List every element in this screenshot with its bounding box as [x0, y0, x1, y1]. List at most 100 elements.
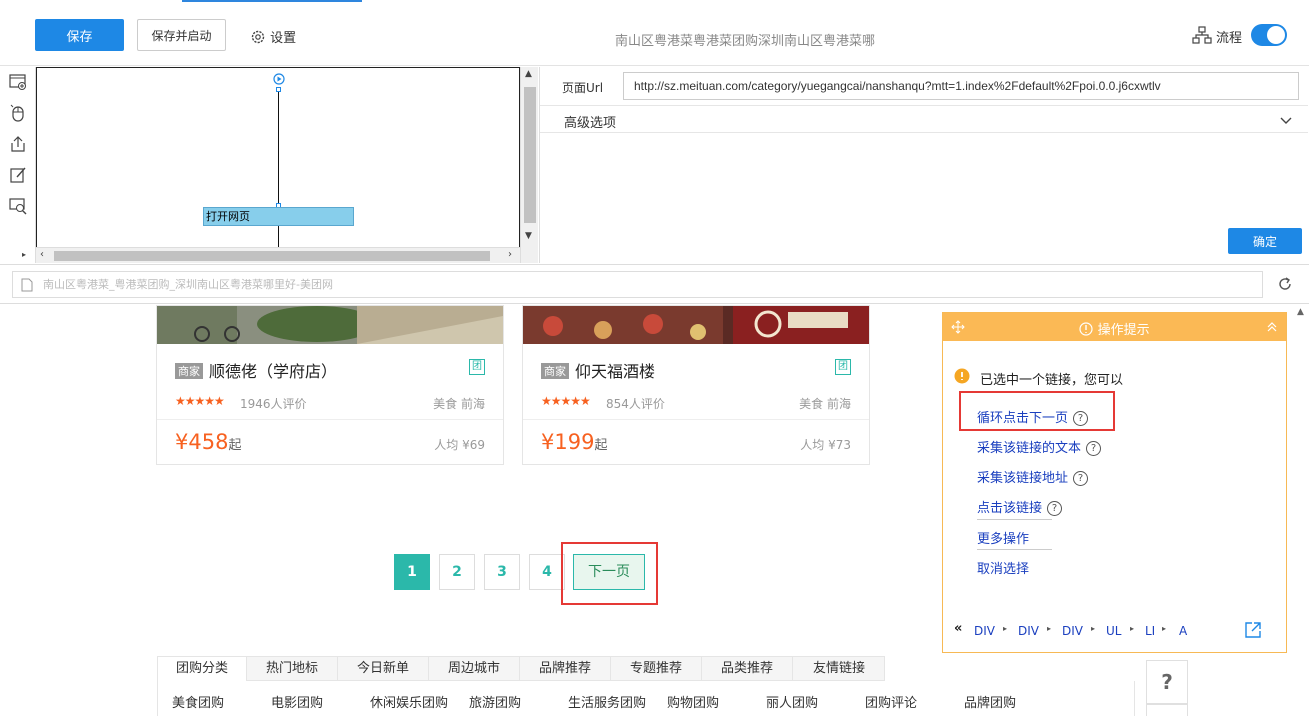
tips-intro: 已选中一个链接，您可以: [980, 373, 1124, 388]
more-actions-link[interactable]: 更多操作: [977, 528, 1029, 547]
divider: [977, 549, 1052, 550]
settings-button[interactable]: 设置: [250, 27, 296, 46]
scroll-left-icon[interactable]: ‹: [40, 249, 44, 260]
tab-group-buy-category[interactable]: 团购分类: [158, 657, 247, 681]
average-price: 人均 ¥69: [434, 438, 485, 452]
add-step-icon[interactable]: [8, 72, 28, 92]
help-icon[interactable]: ?: [1086, 441, 1102, 456]
flow-label: 流程: [1216, 31, 1243, 46]
tips-header[interactable]: 操作提示: [943, 313, 1286, 341]
deal-name[interactable]: 商家 仰天福酒楼: [541, 358, 655, 382]
scroll-thumb[interactable]: [524, 87, 536, 223]
footer-link[interactable]: 团购评论: [865, 692, 917, 711]
save-and-start-button[interactable]: 保存并启动: [137, 19, 226, 51]
footer-link[interactable]: 品牌团购: [964, 692, 1016, 711]
url-input[interactable]: http://sz.meituan.com/category/yuegangca…: [623, 72, 1299, 100]
footer-link[interactable]: 休闲娱乐团购: [370, 692, 448, 711]
deal-card[interactable]: 商家 顺德佬（学府店） 团 ★★★★★ 1946人评价 美食 前海 ¥458起 人…: [156, 305, 504, 465]
help-icon[interactable]: ?: [1047, 501, 1063, 516]
tab-topic-recommend[interactable]: 专题推荐: [611, 657, 702, 681]
deal-name[interactable]: 商家 顺德佬（学府店）: [175, 358, 337, 382]
open-webpage-node[interactable]: 打开网页: [203, 207, 354, 226]
inspect-icon[interactable]: [8, 196, 28, 216]
tab-new-today[interactable]: 今日新单: [338, 657, 429, 681]
cancel-selection-link[interactable]: 取消选择: [977, 558, 1029, 577]
chevron-down-icon: [1280, 117, 1292, 124]
price-value: ¥199: [541, 430, 595, 454]
page-1-button[interactable]: 1: [394, 554, 430, 590]
scroll-up-icon[interactable]: ▲: [525, 69, 532, 79]
deal-price: ¥458起: [175, 430, 241, 454]
flow-vertical-scrollbar[interactable]: ▲ ▼: [520, 67, 538, 263]
footer-link[interactable]: 购物团购: [667, 692, 719, 711]
tab-category-recommend[interactable]: 品类推荐: [702, 657, 793, 681]
settings-label: 设置: [270, 31, 297, 46]
address-input[interactable]: 南山区粤港菜_粤港菜团购_深圳南山区粤港菜哪里好-美团网: [12, 271, 1263, 298]
expand-icon[interactable]: ▸: [22, 250, 26, 259]
deal-photo: [157, 306, 503, 344]
breadcrumb-back-icon[interactable]: «: [954, 621, 962, 636]
footer-link[interactable]: 电影团购: [271, 692, 323, 711]
web-vertical-scrollbar[interactable]: ▲: [1293, 305, 1309, 716]
document-icon: [21, 278, 33, 292]
deal-card[interactable]: 商家 仰天福酒楼 团 ★★★★★ 854人评价 美食 前海 ¥199起 人均 ¥7…: [522, 305, 870, 465]
breadcrumb-item[interactable]: DIV: [1018, 624, 1039, 638]
category-links: 美食团购 电影团购 休闲娱乐团购 旅游团购 生活服务团购 购物团购 丽人团购 团…: [157, 681, 1135, 716]
external-link-icon[interactable]: [1244, 621, 1262, 639]
save-button[interactable]: 保存: [35, 19, 124, 51]
footer-link[interactable]: 丽人团购: [766, 692, 818, 711]
scroll-thumb[interactable]: [54, 251, 490, 261]
tab-hot-landmarks[interactable]: 热门地标: [247, 657, 338, 681]
back-to-top-button[interactable]: ▲: [1146, 704, 1188, 716]
advanced-options-row[interactable]: 高级选项: [540, 105, 1308, 133]
scroll-right-icon[interactable]: ›: [508, 249, 512, 260]
footer-link[interactable]: 生活服务团购: [568, 692, 646, 711]
page-4-button[interactable]: 4: [529, 554, 565, 590]
review-count: 854人评价: [606, 397, 665, 411]
confirm-button[interactable]: 确定: [1228, 228, 1302, 254]
tab-nearby-cities[interactable]: 周边城市: [429, 657, 520, 681]
breadcrumb-item[interactable]: DIV: [974, 624, 995, 638]
breadcrumb-item[interactable]: LI: [1145, 624, 1155, 638]
edit-icon[interactable]: [8, 165, 28, 185]
category-tabs: 团购分类 热门地标 今日新单 周边城市 品牌推荐 专题推荐 品类推荐 友情链接: [157, 656, 885, 681]
help-side-button[interactable]: ?: [1146, 660, 1188, 704]
flow-canvas[interactable]: 打开网页: [36, 67, 520, 248]
action-label: 采集该链接的文本: [977, 441, 1082, 456]
flow-horizontal-scrollbar[interactable]: ‹ ›: [36, 247, 520, 263]
page-tab-title: 南山区粤港菜_粤港菜团购_深圳南山区粤港菜哪里好-美团网: [43, 278, 333, 291]
breadcrumb-item[interactable]: A: [1179, 624, 1187, 638]
page-title: 南山区粤港菜粤港菜团购深圳南山区粤港菜哪: [614, 34, 875, 49]
extract-link-url-link[interactable]: 采集该链接地址?: [977, 467, 1089, 486]
collapse-icon[interactable]: [1266, 321, 1278, 333]
advanced-options-label: 高级选项: [564, 116, 617, 131]
address-bar: 南山区粤港菜_粤港菜团购_深圳南山区粤港菜哪里好-美团网: [0, 264, 1309, 304]
deal-area: 美食 前海: [799, 397, 851, 411]
extract-link-text-link[interactable]: 采集该链接的文本?: [977, 437, 1102, 456]
step-settings-panel: 页面Url http://sz.meituan.com/category/yue…: [539, 67, 1309, 263]
tab-friend-links[interactable]: 友情链接: [793, 657, 885, 681]
footer-link[interactable]: 旅游团购: [469, 692, 521, 711]
export-icon[interactable]: [8, 134, 28, 154]
help-icon[interactable]: ?: [1073, 471, 1089, 486]
tab-brand-recommend[interactable]: 品牌推荐: [520, 657, 611, 681]
info-icon: [1079, 322, 1094, 336]
breadcrumb-separator-icon: ▸: [1130, 624, 1135, 633]
breadcrumb-item[interactable]: UL: [1106, 624, 1121, 638]
flow-toggle[interactable]: [1251, 24, 1287, 46]
gear-icon: [251, 30, 265, 44]
top-toolbar: 保存 保存并启动 设置 南山区粤港菜粤港菜团购深圳南山区粤港菜哪 流程: [0, 0, 1309, 66]
click-link-link[interactable]: 点击该链接?: [977, 497, 1063, 516]
web-content: 商家 顺德佬（学府店） 团 ★★★★★ 1946人评价 美食 前海 ¥458起 人…: [0, 305, 1309, 716]
review-count: 1946人评价: [240, 397, 307, 411]
footer-link[interactable]: 美食团购: [172, 692, 224, 711]
scroll-down-icon[interactable]: ▼: [525, 231, 532, 241]
scroll-up-icon[interactable]: ▲: [1297, 307, 1304, 317]
breadcrumb-item[interactable]: DIV: [1062, 624, 1083, 638]
page-3-button[interactable]: 3: [484, 554, 520, 590]
refresh-icon[interactable]: [1277, 276, 1293, 292]
page-2-button[interactable]: 2: [439, 554, 475, 590]
action-label: 采集该链接地址: [977, 471, 1069, 486]
mouse-icon[interactable]: [8, 103, 28, 123]
star-rating: ★★★★★: [541, 394, 591, 408]
